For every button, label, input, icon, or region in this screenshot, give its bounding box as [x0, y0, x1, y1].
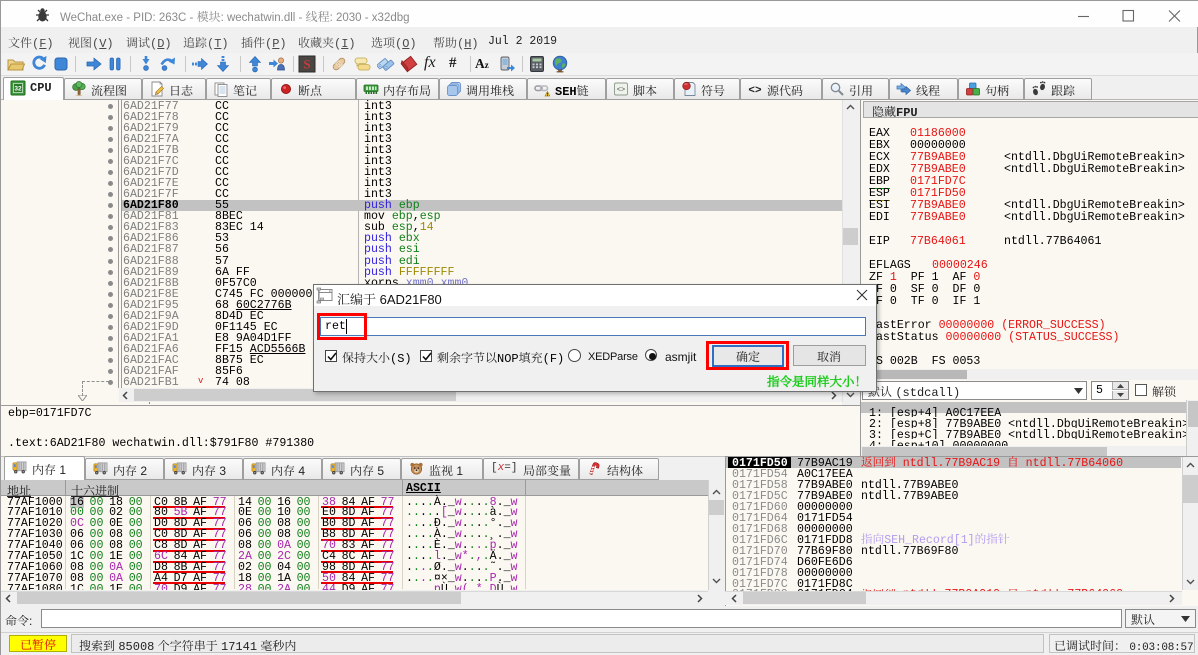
svg-text:<>: <> [748, 85, 762, 97]
svg-text:<>: <> [617, 87, 625, 95]
svg-text:S: S [303, 57, 310, 72]
svg-text:32: 32 [14, 86, 22, 93]
